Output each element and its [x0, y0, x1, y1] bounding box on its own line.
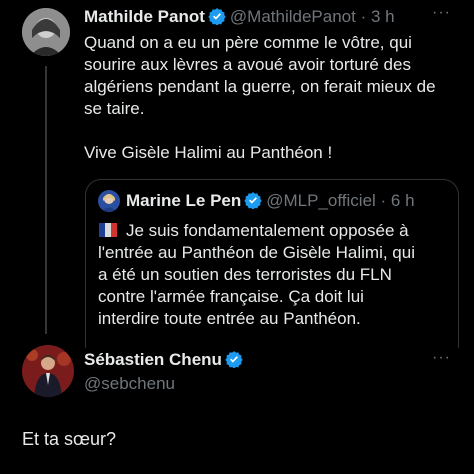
quote-text: Je suis fondamentalement opposée à l'ent… [98, 220, 450, 330]
tweet1-text: Quand on a eu un père comme le vôtre, qu… [84, 32, 464, 164]
tweet1-display-name[interactable]: Mathilde Panot [84, 7, 205, 26]
more-options-icon[interactable]: ··· [432, 4, 451, 22]
tweet2-text: Et ta sœur? [22, 429, 117, 449]
quote-header: Marine Le Pen @MLP_officiel · 6 h [126, 190, 415, 212]
quote-handle-time: @MLP_officiel · 6 h [266, 191, 415, 210]
tweet1-text-line: Vive Gisèle Halimi au Panthéon ! [84, 143, 333, 162]
tweet1-text-line: se taire. [84, 99, 145, 118]
tweet1-handle-time[interactable]: @MathildePanot · 3 h [230, 7, 395, 26]
tweet1-header: Mathilde Panot @MathildePanot · 3 h [84, 6, 395, 28]
tweet2-header: Sébastien Chenu [84, 349, 247, 371]
quoted-tweet[interactable]: Marine Le Pen @MLP_officiel · 6 h Je suis… [85, 179, 459, 348]
tweet1-text-line: Quand on a eu un père comme le vôtre, qu… [84, 33, 412, 52]
tweet2-handle[interactable]: @sebchenu [84, 373, 175, 395]
verified-badge-icon [225, 350, 243, 375]
quote-text-line: interdire toute entrée au Panthéon. [98, 309, 361, 328]
tweet1-text-line: algériens pendant la guerre, on ferait m… [84, 77, 436, 96]
quote-text-line: Je suis fondamentalement opposée à [98, 220, 450, 242]
tweet2-display-name[interactable]: Sébastien Chenu [84, 350, 222, 369]
tweet1-text-line [84, 120, 464, 142]
thread-line [45, 66, 47, 334]
avatar-mathilde[interactable] [22, 8, 70, 56]
verified-badge-icon [208, 7, 226, 32]
quote-display-name: Marine Le Pen [126, 191, 242, 210]
quote-text-line: contre l'armée française. Ça doit lui [98, 287, 364, 306]
quote-text-line: l'entrée au Panthéon de Gisèle Halimi, q… [98, 243, 415, 262]
quote-text-line-0: Je suis fondamentalement opposée à [126, 221, 409, 240]
quote-text-line: a été un soutien des terroristes du FLN [98, 265, 392, 284]
more-options-icon[interactable]: ··· [432, 349, 451, 367]
avatar-marine [98, 190, 120, 212]
avatar-sebastien[interactable] [22, 345, 74, 397]
verified-badge-icon [244, 191, 262, 216]
flag-france-icon [98, 220, 118, 240]
tweet1-text-line: sourire aux lèvres a avoué avoir torturé… [84, 55, 411, 74]
